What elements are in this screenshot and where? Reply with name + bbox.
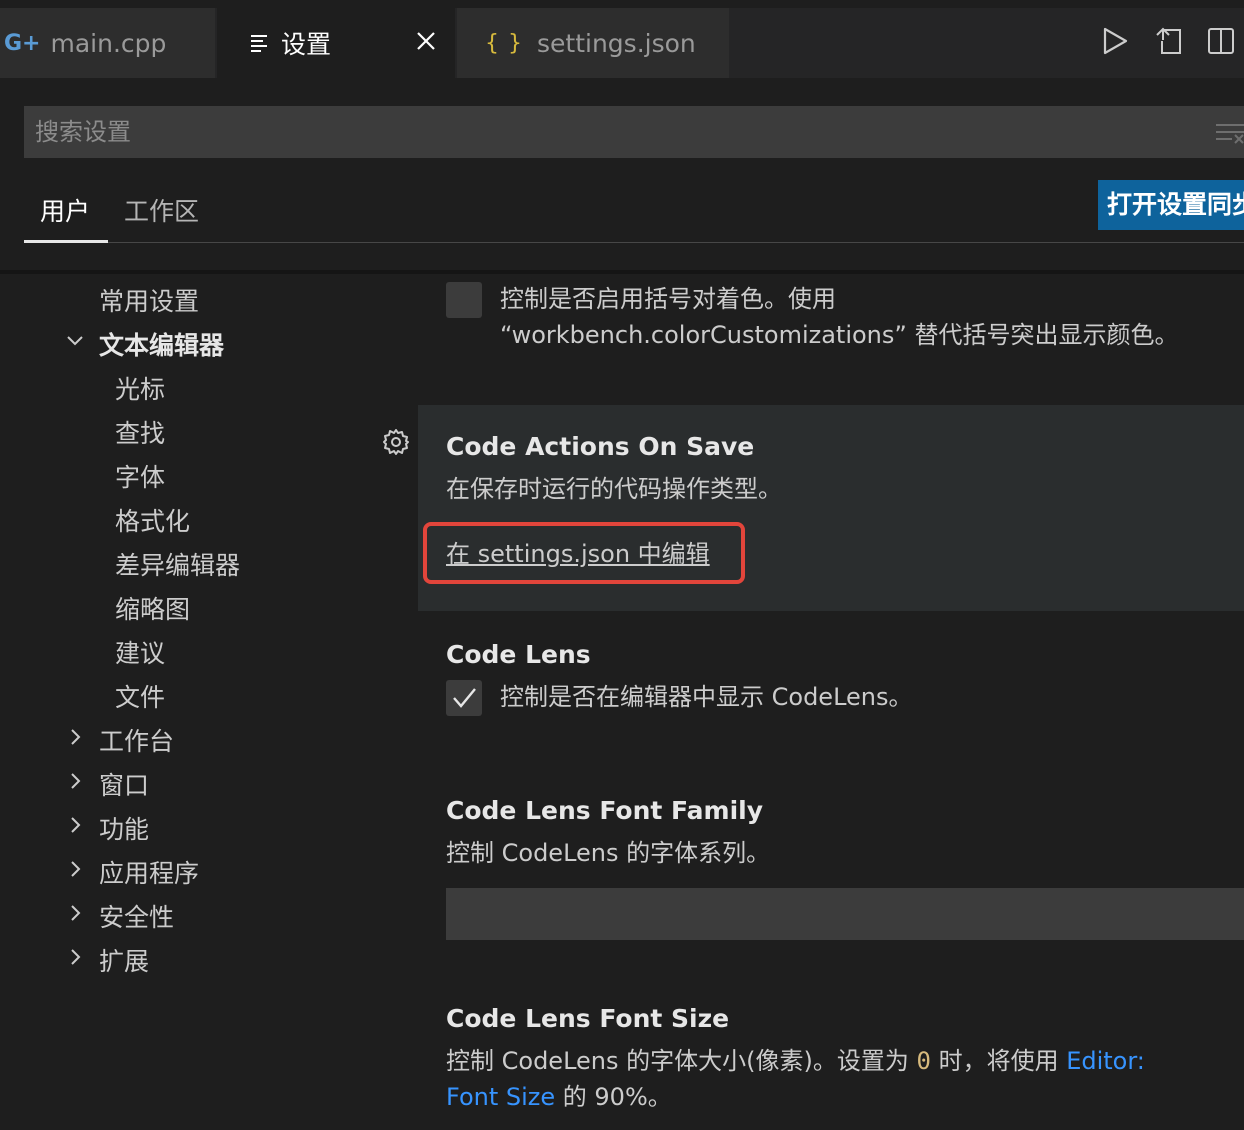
chevron-right-icon[interactable] <box>66 816 84 834</box>
code-lens-font-size-title: Code Lens Font Size <box>446 1004 730 1033</box>
code-lens-font-family-input[interactable] <box>446 888 1244 940</box>
toc-item-diff-editor[interactable]: 差异编辑器 <box>115 546 240 582</box>
tab-label: 设置 <box>281 30 332 59</box>
search-input[interactable] <box>24 106 1244 158</box>
code-lens-checkbox[interactable] <box>446 680 482 716</box>
toc-application[interactable]: 应用程序 <box>99 854 199 890</box>
chevron-right-icon[interactable] <box>66 948 84 966</box>
toc-item-minimap[interactable]: 缩略图 <box>115 590 190 626</box>
tab-label: settings.json <box>537 28 696 58</box>
toc-extensions[interactable]: 扩展 <box>99 942 149 978</box>
tab-main-cpp[interactable]: G+ main.cpp <box>0 8 215 78</box>
open-settings-json-icon[interactable] <box>1154 26 1184 56</box>
bracket-colorization-description-line1: 控制是否启用括号对着色。使用 <box>500 285 836 313</box>
description-text: 时，将使用 <box>930 1047 1067 1075</box>
scope-divider <box>24 242 1244 243</box>
code-lens-font-family-title: Code Lens Font Family <box>446 796 764 825</box>
highlight-annotation-box <box>423 522 745 584</box>
editor-font-size-link[interactable]: Font Size <box>446 1083 555 1111</box>
bracket-colorization-checkbox[interactable] <box>446 282 482 318</box>
open-settings-sync-button[interactable]: 打开设置同步 <box>1098 180 1244 230</box>
cpp-icon: G+ <box>4 30 41 56</box>
editor-font-size-link[interactable]: Editor: <box>1066 1047 1145 1075</box>
toc-workbench[interactable]: 工作台 <box>99 722 174 758</box>
scope-active-indicator <box>24 240 108 243</box>
chevron-right-icon[interactable] <box>66 860 84 878</box>
tab-settings-json[interactable]: { } settings.json <box>457 8 729 78</box>
chevron-down-icon[interactable] <box>66 332 84 350</box>
code-actions-on-save-title: Code Actions On Save <box>446 432 755 461</box>
search-field[interactable] <box>24 106 1244 158</box>
scope-tab-user[interactable]: 用户 <box>40 192 90 228</box>
tab-settings[interactable]: 设置 <box>217 8 455 78</box>
chevron-right-icon[interactable] <box>66 728 84 746</box>
chevron-right-icon[interactable] <box>66 772 84 790</box>
code-lens-font-family-description: 控制 CodeLens 的字体系列。 <box>446 839 771 867</box>
chevron-right-icon[interactable] <box>66 904 84 922</box>
close-icon[interactable] <box>415 30 437 52</box>
toc-window[interactable]: 窗口 <box>99 766 149 802</box>
description-text: 控制 CodeLens 的字体大小(像素)。设置为 <box>446 1047 917 1075</box>
code-lens-font-size-description-line2: Font Size 的 90%。 <box>446 1079 672 1115</box>
toc-item-suggestions[interactable]: 建议 <box>115 634 165 670</box>
toc-text-editor[interactable]: 文本编辑器 <box>99 326 224 362</box>
title-strip <box>0 0 1244 8</box>
code-actions-on-save-description: 在保存时运行的代码操作类型。 <box>446 475 782 503</box>
toc-item-cursor[interactable]: 光标 <box>115 370 165 406</box>
toc-item-font[interactable]: 字体 <box>115 458 165 494</box>
tab-label: main.cpp <box>50 28 167 58</box>
json-braces-icon: { } <box>485 30 523 56</box>
toc-security[interactable]: 安全性 <box>99 898 174 934</box>
gear-icon[interactable] <box>382 428 410 456</box>
toc-item-formatting[interactable]: 格式化 <box>115 502 190 538</box>
toc-common-settings[interactable]: 常用设置 <box>99 282 199 318</box>
checkmark-icon <box>453 688 476 708</box>
code-lens-title: Code Lens <box>446 640 591 669</box>
code-lens-description: 控制是否在编辑器中显示 CodeLens。 <box>500 683 913 711</box>
code-lens-font-size-description-line1: 控制 CodeLens 的字体大小(像素)。设置为 0 时，将使用 Editor… <box>446 1043 1145 1079</box>
run-icon[interactable] <box>1100 26 1130 56</box>
settings-list-icon <box>251 35 267 52</box>
description-text: 的 90%。 <box>555 1083 672 1111</box>
header-shadow <box>0 270 1244 274</box>
toc-item-files[interactable]: 文件 <box>115 678 165 714</box>
split-editor-icon[interactable] <box>1206 26 1236 56</box>
inline-code-zero: 0 <box>916 1047 931 1075</box>
toc-features[interactable]: 功能 <box>99 810 149 846</box>
scope-tab-workspace[interactable]: 工作区 <box>124 192 199 228</box>
toc-item-find[interactable]: 查找 <box>115 414 165 450</box>
bracket-colorization-description-line2: “workbench.colorCustomizations” 替代括号突出显示… <box>500 321 1179 349</box>
clear-filter-icon[interactable] <box>1216 122 1244 144</box>
